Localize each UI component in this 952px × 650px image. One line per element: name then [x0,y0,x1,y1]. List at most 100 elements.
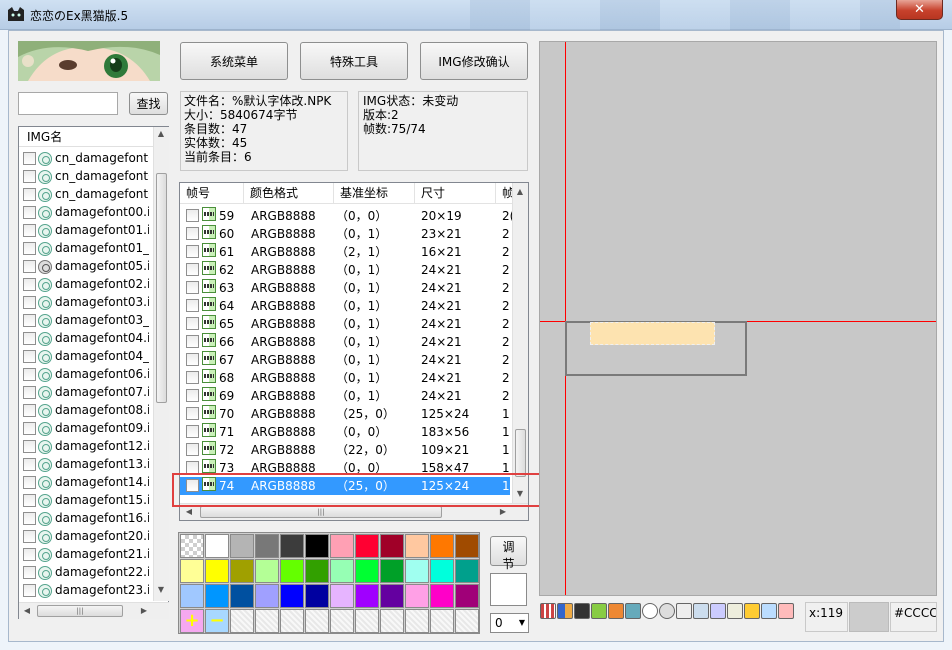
current-color-swatch[interactable] [490,573,527,606]
scroll-up-icon[interactable]: ▲ [154,129,168,138]
item-checkbox[interactable] [23,566,36,579]
empty-swatch[interactable] [355,609,379,633]
img-confirm-button[interactable]: IMG修改确认 [420,42,528,80]
img-list-item[interactable]: damagefont02.im [23,277,149,295]
system-menu-button[interactable]: 系统菜单 [180,42,288,80]
search-input[interactable] [18,92,118,115]
frame-row[interactable]: 66 ARGB8888 （0，1） 24×21 2 [180,333,510,351]
split-tool-icon[interactable] [557,603,573,619]
frame-row[interactable]: 61 ARGB8888 （2，1） 16×21 2 [180,243,510,261]
palette-swatch[interactable] [455,559,479,583]
palette-swatch[interactable] [455,534,479,558]
palette-swatch[interactable] [330,584,354,608]
preview-canvas[interactable] [539,41,937,596]
empty-swatch[interactable] [405,609,429,633]
item-checkbox[interactable] [23,404,36,417]
layer-tool-icon[interactable] [591,603,607,619]
col-base-coords[interactable]: 基准坐标 [334,183,415,203]
item-checkbox[interactable] [23,530,36,543]
item-checkbox[interactable] [23,386,36,399]
item-checkbox[interactable] [23,242,36,255]
line-tool-icon[interactable] [727,603,743,619]
palette-swatch[interactable] [205,534,229,558]
item-checkbox[interactable] [23,350,36,363]
palette-swatch[interactable] [255,584,279,608]
empty-swatch[interactable] [430,609,454,633]
search-button[interactable]: 查找 [129,92,168,115]
palette-swatch[interactable] [280,584,304,608]
frame-row[interactable]: 72 ARGB8888 （22，0） 109×21 1 [180,441,510,459]
palette-swatch[interactable] [380,534,404,558]
palette-swatch[interactable] [455,584,479,608]
scroll-left-icon[interactable]: ◀ [182,507,196,516]
col-frame-id[interactable]: 帧号 [180,183,244,203]
palette-swatch[interactable] [380,584,404,608]
item-checkbox[interactable] [23,314,36,327]
frame-checkbox[interactable] [186,371,199,384]
item-checkbox[interactable] [23,152,36,165]
img-list-item[interactable]: damagefont04_r [23,349,149,367]
scroll-left-icon[interactable]: ◀ [20,606,34,615]
add-color-button[interactable]: + [180,609,204,633]
frame-checkbox[interactable] [186,407,199,420]
empty-swatch[interactable] [255,609,279,633]
img-list-item[interactable]: damagefont21.im [23,547,149,565]
palette-swatch[interactable] [405,534,429,558]
img-list-vscrollbar[interactable]: ▲ ▼ [153,127,169,601]
palette-swatch[interactable] [330,559,354,583]
frame-row[interactable]: 65 ARGB8888 （0，1） 24×21 2 [180,315,510,333]
frames-vscrollbar[interactable]: ▲ ▼ [512,183,528,503]
paint-bucket-icon[interactable] [608,603,624,619]
img-list-item[interactable]: damagefont23.im [23,583,149,601]
palette-swatch[interactable] [180,559,204,583]
item-checkbox[interactable] [23,476,36,489]
img-list-item[interactable]: damagefont00.im [23,205,149,223]
empty-swatch[interactable] [305,609,329,633]
frame-row[interactable]: 60 ARGB8888 （0，1） 23×21 2 [180,225,510,243]
palette-swatch[interactable] [180,584,204,608]
img-list-item[interactable]: damagefont13.im [23,457,149,475]
item-checkbox[interactable] [23,458,36,471]
item-checkbox[interactable] [23,422,36,435]
rectangle-tool-icon[interactable] [744,603,760,619]
img-list-item[interactable]: damagefont22.im [23,565,149,583]
img-list-item[interactable]: damagefont08.im [23,403,149,421]
item-checkbox[interactable] [23,584,36,597]
frame-checkbox[interactable] [186,209,199,222]
pencil-icon[interactable] [710,603,726,619]
img-list-item[interactable]: cn_damagefont0 [23,151,149,169]
palette-swatch[interactable] [280,534,304,558]
img-list-item[interactable]: damagefont12.im [23,439,149,457]
item-checkbox[interactable] [23,188,36,201]
close-button[interactable]: ✕ [896,0,943,20]
film-tool-icon[interactable] [574,603,590,619]
empty-swatch[interactable] [280,609,304,633]
frame-row[interactable]: 59 ARGB8888 （0，0） 20×19 2( [180,207,512,225]
palette-tool-icon[interactable] [625,603,641,619]
item-checkbox[interactable] [23,548,36,561]
item-checkbox[interactable] [23,296,36,309]
palette-swatch[interactable] [355,584,379,608]
item-checkbox[interactable] [23,494,36,507]
item-checkbox[interactable] [23,440,36,453]
img-list-item[interactable]: damagefont14.im [23,475,149,493]
item-checkbox[interactable] [23,368,36,381]
frame-checkbox[interactable] [186,317,199,330]
frame-checkbox[interactable] [186,425,199,438]
empty-swatch[interactable] [380,609,404,633]
palette-swatch[interactable] [405,559,429,583]
img-list-hscrollbar[interactable]: ◀ ||| ▶ [19,602,169,619]
frame-row[interactable]: 67 ARGB8888 （0，1） 24×21 2 [180,351,510,369]
palette-swatch[interactable] [330,534,354,558]
frames-table[interactable]: 帧号 颜色格式 基准坐标 尺寸 帧 59 ARGB8888 （0，0） 20×19 2(… [179,182,529,521]
img-list-item[interactable]: damagefont03.im [23,295,149,313]
eyedropper-icon[interactable] [778,603,794,619]
palette-swatch[interactable] [255,534,279,558]
item-checkbox[interactable] [23,332,36,345]
frame-checkbox[interactable] [186,353,199,366]
palette-swatch[interactable] [305,584,329,608]
grid-tool-icon[interactable] [540,603,556,619]
frame-checkbox[interactable] [186,443,199,456]
empty-swatch[interactable] [330,609,354,633]
img-list-item[interactable]: cn_damagefont0 [23,187,149,205]
